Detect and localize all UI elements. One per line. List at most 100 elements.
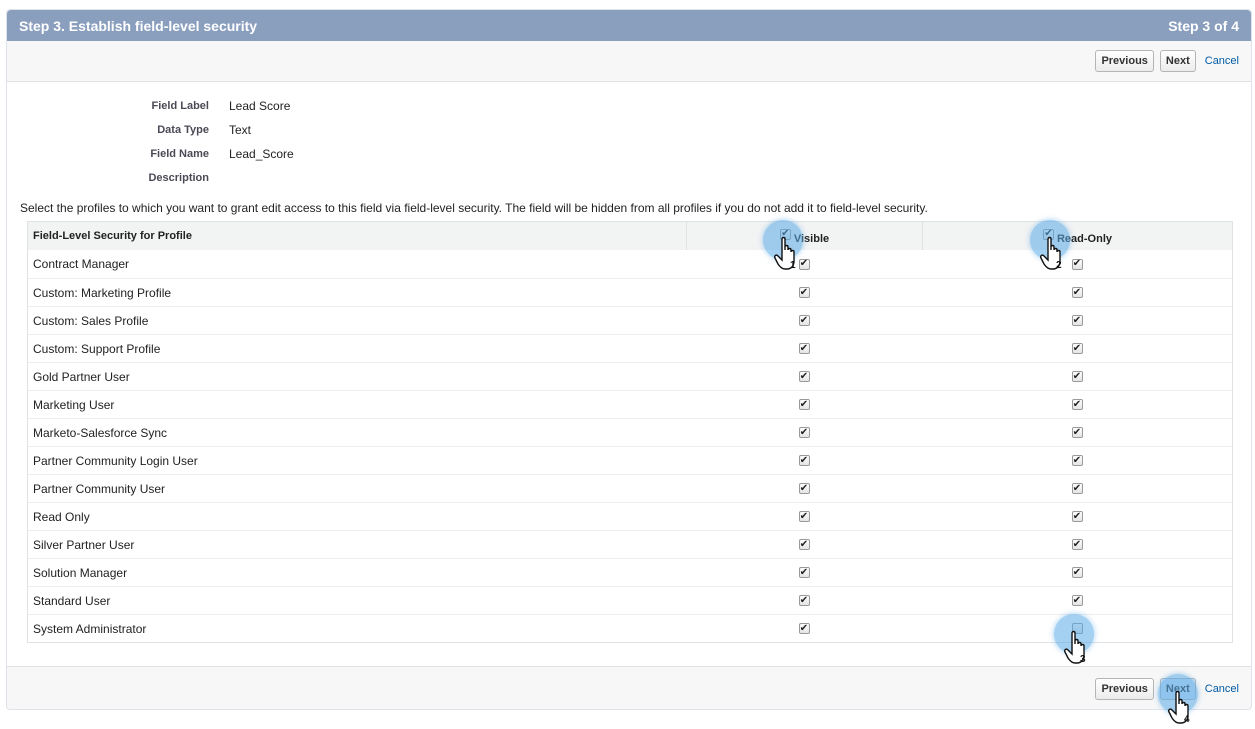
readonly-checkbox[interactable]: ✔ <box>1071 539 1083 550</box>
table-row: Silver Partner User ✔ ✔ <box>28 530 1232 558</box>
visible-checkbox[interactable]: ✔ <box>798 287 810 298</box>
visible-column-header: ✔ Visible <box>686 222 922 250</box>
visible-cell: ✔ <box>686 307 922 334</box>
visible-checkbox[interactable]: ✔ <box>798 343 810 354</box>
visible-checkbox[interactable]: ✔ <box>798 455 810 466</box>
profile-name: Read Only <box>33 509 90 524</box>
readonly-checkbox[interactable]: ✔ <box>1071 427 1083 438</box>
visible-checkbox[interactable]: ✔ <box>798 595 810 606</box>
readonly-checkbox[interactable]: ✔ <box>1071 483 1083 494</box>
table-body: Contract Manager ✔ ✔ Custom: Marketing Prof… <box>28 250 1232 642</box>
readonly-cell: ✔ <box>922 531 1232 558</box>
top-button-bar: Previous Next Cancel <box>7 41 1251 82</box>
next-button-top[interactable]: Next <box>1159 50 1196 72</box>
detail-value: Text <box>229 123 252 137</box>
readonly-cell: ✔ <box>922 307 1232 334</box>
table-row: Marketing User ✔ ✔ <box>28 390 1232 418</box>
readonly-cell: ✔ <box>922 250 1232 278</box>
profile-name: Marketing User <box>33 397 115 412</box>
visible-cell: ✔ <box>686 250 922 278</box>
profile-name: Solution Manager <box>33 565 128 580</box>
profile-name: Partner Community Login User <box>33 453 198 468</box>
visible-cell: ✔ <box>686 279 922 306</box>
readonly-cell: ✔ <box>922 447 1232 474</box>
visible-checkbox[interactable]: ✔ <box>798 483 810 494</box>
profile-name: Custom: Sales Profile <box>33 313 149 328</box>
detail-row: Description <box>7 166 294 190</box>
visible-cell: ✔ <box>686 391 922 418</box>
visible-cell: ✔ <box>686 335 922 362</box>
readonly-column-header: ✔ Read-Only <box>922 222 1232 250</box>
profile-name: Silver Partner User <box>33 537 135 552</box>
cancel-link-bottom[interactable]: Cancel <box>1205 683 1239 695</box>
field-level-security-table: Field-Level Security for Profile ✔ Visib… <box>27 221 1233 643</box>
visible-cell: ✔ <box>686 615 922 642</box>
table-row: Gold Partner User ✔ ✔ <box>28 362 1232 390</box>
table-row: Partner Community Login User ✔ ✔ <box>28 446 1232 474</box>
detail-label: Data Type <box>157 124 209 136</box>
readonly-checkbox[interactable]: ✔ <box>1071 399 1083 410</box>
readonly-checkbox[interactable]: ✔ <box>1071 371 1083 382</box>
visible-checkbox[interactable]: ✔ <box>798 539 810 550</box>
table-row: Solution Manager ✔ ✔ <box>28 558 1232 586</box>
table-row: Partner Community User ✔ ✔ <box>28 474 1232 502</box>
readonly-cell: ✔ <box>922 335 1232 362</box>
visible-checkbox[interactable]: ✔ <box>798 371 810 382</box>
table-row: Marketo-Salesforce Sync ✔ ✔ <box>28 418 1232 446</box>
visible-checkbox[interactable]: ✔ <box>798 623 810 634</box>
readonly-cell: ✔ <box>922 279 1232 306</box>
visible-cell: ✔ <box>686 503 922 530</box>
field-details: Field Label Lead Score Data Type Text Fi… <box>7 94 294 190</box>
visible-checkbox[interactable]: ✔ <box>798 567 810 578</box>
profile-name: Standard User <box>33 593 111 608</box>
cancel-link-top[interactable]: Cancel <box>1205 55 1239 67</box>
step-title: Step 3. Establish field-level security <box>19 17 258 34</box>
callout-number-1: 1 <box>790 260 796 271</box>
hand-cursor-icon: 4 <box>1168 690 1190 725</box>
bottom-button-bar: Previous Next Cancel <box>7 666 1251 710</box>
profile-name: Partner Community User <box>33 481 166 496</box>
wizard-panel: Step 3. Establish field-level security S… <box>6 9 1252 710</box>
detail-label: Field Name <box>150 148 209 160</box>
step-counter: Step 3 of 4 <box>1168 17 1239 34</box>
readonly-checkbox[interactable]: ✔ <box>1071 315 1083 326</box>
visible-cell: ✔ <box>686 531 922 558</box>
instructions-text: Select the profiles to which you want to… <box>20 201 928 215</box>
profile-name: System Administrator <box>33 621 147 636</box>
readonly-checkbox[interactable]: ✔ <box>1071 343 1083 354</box>
detail-row: Field Name Lead_Score <box>7 142 294 166</box>
previous-button-top[interactable]: Previous <box>1095 50 1154 72</box>
callout-number-2: 2 <box>1056 260 1062 271</box>
visible-cell: ✔ <box>686 587 922 614</box>
readonly-checkbox[interactable]: ✔ <box>1071 258 1083 270</box>
readonly-checkbox[interactable]: ✔ <box>1071 287 1083 298</box>
readonly-cell: ✔ <box>922 391 1232 418</box>
visible-checkbox[interactable]: ✔ <box>798 427 810 438</box>
visible-cell: ✔ <box>686 475 922 502</box>
callout-number-4: 4 <box>1184 714 1190 725</box>
hand-cursor-icon: 2 <box>1040 236 1062 271</box>
visible-checkbox[interactable]: ✔ <box>798 315 810 326</box>
readonly-cell: ✔ <box>922 503 1232 530</box>
table-row: Standard User ✔ ✔ <box>28 586 1232 614</box>
readonly-cell: ✔ <box>922 363 1232 390</box>
readonly-checkbox[interactable]: ✔ <box>1071 567 1083 578</box>
profile-name: Contract Manager <box>33 257 130 271</box>
visible-cell: ✔ <box>686 419 922 446</box>
hand-cursor-icon: 3 <box>1064 630 1086 665</box>
visible-checkbox[interactable]: ✔ <box>798 399 810 410</box>
profile-name: Custom: Support Profile <box>33 341 161 356</box>
table-row: System Administrator ✔ <box>28 614 1232 642</box>
readonly-checkbox[interactable]: ✔ <box>1071 511 1083 522</box>
readonly-cell: ✔ <box>922 475 1232 502</box>
detail-value: Lead_Score <box>229 147 294 161</box>
readonly-checkbox[interactable]: ✔ <box>1071 595 1083 606</box>
table-row: Custom: Support Profile ✔ ✔ <box>28 334 1232 362</box>
profile-name: Custom: Marketing Profile <box>33 285 172 300</box>
step-header: Step 3. Establish field-level security S… <box>7 10 1251 41</box>
profile-name: Marketo-Salesforce Sync <box>33 425 168 440</box>
readonly-checkbox[interactable]: ✔ <box>1071 455 1083 466</box>
detail-label: Description <box>148 172 209 184</box>
visible-checkbox[interactable]: ✔ <box>798 511 810 522</box>
previous-button-bottom[interactable]: Previous <box>1095 677 1154 700</box>
